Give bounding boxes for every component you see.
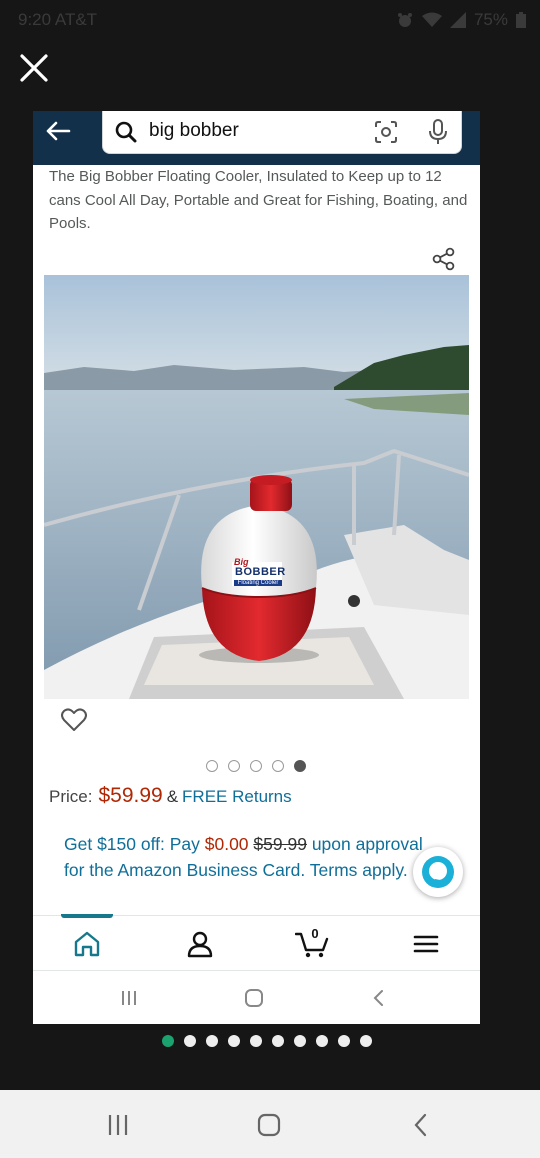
app-header: big bobber [33,111,480,165]
home-button-icon[interactable] [244,988,264,1008]
search-bar[interactable]: big bobber [102,111,462,154]
signal-icon [449,12,466,28]
offer-pay-amount: $0.00 [204,834,249,854]
back-button-icon[interactable] [369,988,389,1008]
back-button-icon[interactable] [408,1112,434,1138]
status-icons: 75% [396,10,526,30]
carousel-dot[interactable] [206,760,218,772]
brand-label-sub: Floating Cooler [234,580,282,586]
recent-apps-icon[interactable] [119,988,139,1008]
battery-icon [516,12,526,28]
pager-dot[interactable] [338,1035,350,1047]
search-icon [115,121,137,143]
free-returns-link[interactable]: FREE Returns [182,787,292,806]
carousel-dot[interactable] [272,760,284,772]
pager-dot[interactable] [316,1035,328,1047]
home-icon[interactable] [73,930,101,958]
inner-system-nav [33,972,480,1024]
status-time: 9:20 AT&T [18,10,98,29]
close-icon[interactable] [18,52,50,84]
bottom-nav [33,914,480,971]
account-icon[interactable] [186,930,214,958]
recent-apps-icon[interactable] [105,1112,131,1138]
carousel-dot-active[interactable] [294,760,306,772]
brand-label-bobber: BOBBER [235,566,286,578]
pager-dot[interactable] [184,1035,196,1047]
share-icon[interactable] [426,242,462,278]
pager-dot-active[interactable] [162,1035,174,1047]
product-title[interactable]: The Big Bobber Floating Cooler, Insulate… [49,165,469,236]
carousel-dot[interactable] [228,760,240,772]
image-carousel-dots [206,760,306,772]
terms-link[interactable]: Terms apply. [310,860,408,880]
offer-strike-amount: $59.99 [253,834,307,854]
status-bar: 9:20 AT&T 75% [0,0,540,40]
gallery-pager [162,1035,372,1047]
offer-prefix: Get $150 off: Pay [64,834,205,854]
system-nav-bar [0,1090,540,1158]
price-row: Price: $59.99 & FREE Returns [49,784,292,808]
price-label: Price: [49,787,93,806]
microphone-icon[interactable] [428,118,448,146]
pager-dot[interactable] [360,1035,372,1047]
pager-dot[interactable] [272,1035,284,1047]
app-screenshot: big bobber The Big Bobber Floating Coole… [33,111,480,1024]
camera-scan-icon[interactable] [374,120,398,144]
pager-dot[interactable] [228,1035,240,1047]
business-card-offer[interactable]: Get $150 off: Pay $0.00 $59.99 upon appr… [64,831,434,883]
pager-dot[interactable] [206,1035,218,1047]
home-button-icon[interactable] [256,1112,282,1138]
search-input[interactable]: big bobber [149,120,239,142]
battery-percent: 75% [473,10,508,29]
price-amount: $59.99 [98,784,163,807]
product-image[interactable] [44,275,469,699]
back-arrow-icon[interactable] [45,121,71,141]
alexa-icon [422,856,454,888]
pager-dot[interactable] [294,1035,306,1047]
pager-dot[interactable] [250,1035,262,1047]
wifi-icon [421,12,442,27]
alexa-button[interactable] [413,847,463,897]
menu-icon[interactable] [412,930,440,958]
cart-count: 0 [311,926,319,941]
alarm-icon [397,13,412,27]
price-amp: & [166,787,179,806]
nav-active-indicator [61,914,113,918]
carousel-dot[interactable] [250,760,262,772]
heart-icon[interactable] [61,708,87,732]
